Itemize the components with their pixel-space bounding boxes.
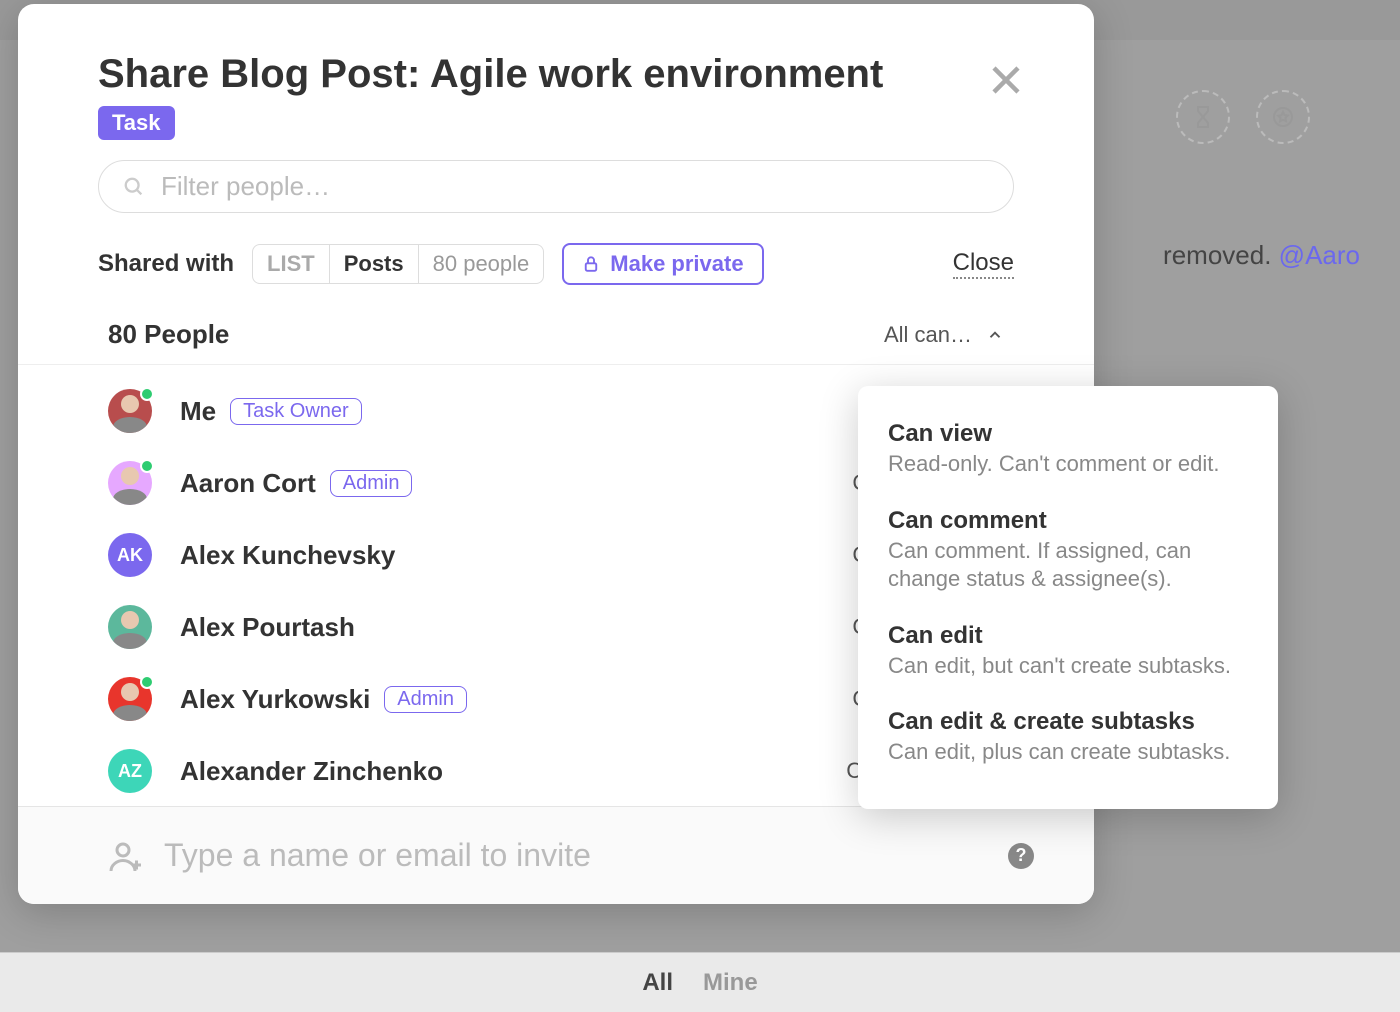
invite-bar: ?	[18, 806, 1094, 904]
dropdown-option-desc: Can edit, but can't create subtasks.	[888, 652, 1248, 681]
role-badge: Task Owner	[230, 398, 362, 425]
background-removed-text: removed.	[1163, 240, 1271, 270]
dropdown-option-title: Can edit & create subtasks	[888, 708, 1248, 736]
dropdown-option[interactable]: Can viewRead-only. Can't comment or edit…	[888, 410, 1248, 497]
dropdown-option-title: Can view	[888, 420, 1248, 448]
shared-with-segmented: LIST Posts 80 people	[252, 244, 544, 284]
role-badge: Admin	[384, 686, 467, 713]
dropdown-option[interactable]: Can edit & create subtasksCan edit, plus…	[888, 698, 1248, 785]
person-name: Alexander Zinchenko	[180, 756, 443, 787]
people-count-row: 80 People All can…	[18, 295, 1094, 365]
make-private-button[interactable]: Make private	[562, 243, 763, 285]
avatar: AZ	[108, 749, 152, 793]
modal-title-block: Share Blog Post: Agile work environment …	[98, 52, 883, 140]
people-count-label: 80 People	[108, 319, 229, 350]
all-can-label: All can…	[884, 322, 972, 348]
dropdown-option-title: Can edit	[888, 622, 1248, 650]
dropdown-option-desc: Can comment. If assigned, can change sta…	[888, 537, 1248, 594]
search-row	[18, 160, 1094, 233]
lock-icon	[582, 255, 600, 273]
bottom-tab-all[interactable]: All	[642, 969, 673, 997]
online-indicator	[140, 387, 154, 401]
dropdown-option-desc: Can edit, plus can create subtasks.	[888, 738, 1248, 767]
avatar	[108, 461, 152, 505]
shared-with-row: Shared with LIST Posts 80 people Make pr…	[18, 233, 1094, 295]
chevron-up-icon	[986, 326, 1004, 344]
bottom-tab-mine[interactable]: Mine	[703, 969, 758, 997]
avatar	[108, 677, 152, 721]
permissions-dropdown: Can viewRead-only. Can't comment or edit…	[858, 386, 1278, 809]
close-link[interactable]: Close	[953, 249, 1014, 279]
add-person-icon	[108, 838, 144, 874]
background-star-circle	[1256, 90, 1310, 144]
person-name: Me	[180, 396, 216, 427]
background-text: removed. @Aaro	[1163, 240, 1360, 271]
person-name: Alex Kunchevsky	[180, 540, 395, 571]
help-icon[interactable]: ?	[1008, 843, 1034, 869]
task-badge: Task	[98, 106, 175, 140]
background-timer-circle	[1176, 90, 1230, 144]
make-private-label: Make private	[610, 251, 743, 277]
dropdown-option[interactable]: Can editCan edit, but can't create subta…	[888, 612, 1248, 699]
dropdown-option[interactable]: Can commentCan comment. If assigned, can…	[888, 497, 1248, 612]
all-can-dropdown[interactable]: All can…	[884, 322, 1004, 348]
shared-with-label: Shared with	[98, 250, 234, 278]
person-name: Alex Pourtash	[180, 612, 355, 643]
role-badge: Admin	[330, 470, 413, 497]
avatar: AK	[108, 533, 152, 577]
person-name: Alex Yurkowski	[180, 684, 370, 715]
modal-title: Share Blog Post: Agile work environment	[98, 52, 883, 96]
avatar	[108, 389, 152, 433]
online-indicator	[140, 675, 154, 689]
segment-count[interactable]: 80 people	[419, 245, 544, 283]
background-bottom-tabs: All Mine	[0, 952, 1400, 1012]
close-icon[interactable]	[988, 52, 1024, 105]
search-input-wrap[interactable]	[98, 160, 1014, 213]
dropdown-option-desc: Read-only. Can't comment or edit.	[888, 450, 1248, 479]
person-name: Aaron Cort	[180, 468, 316, 499]
dropdown-option-title: Can comment	[888, 507, 1248, 535]
modal-header: Share Blog Post: Agile work environment …	[18, 4, 1094, 160]
avatar	[108, 605, 152, 649]
filter-people-input[interactable]	[161, 171, 989, 202]
search-icon	[123, 176, 145, 198]
segment-list[interactable]: LIST	[253, 245, 330, 283]
invite-input[interactable]	[164, 837, 988, 874]
background-mention: @Aaro	[1279, 240, 1360, 270]
online-indicator	[140, 459, 154, 473]
segment-posts[interactable]: Posts	[330, 245, 419, 283]
